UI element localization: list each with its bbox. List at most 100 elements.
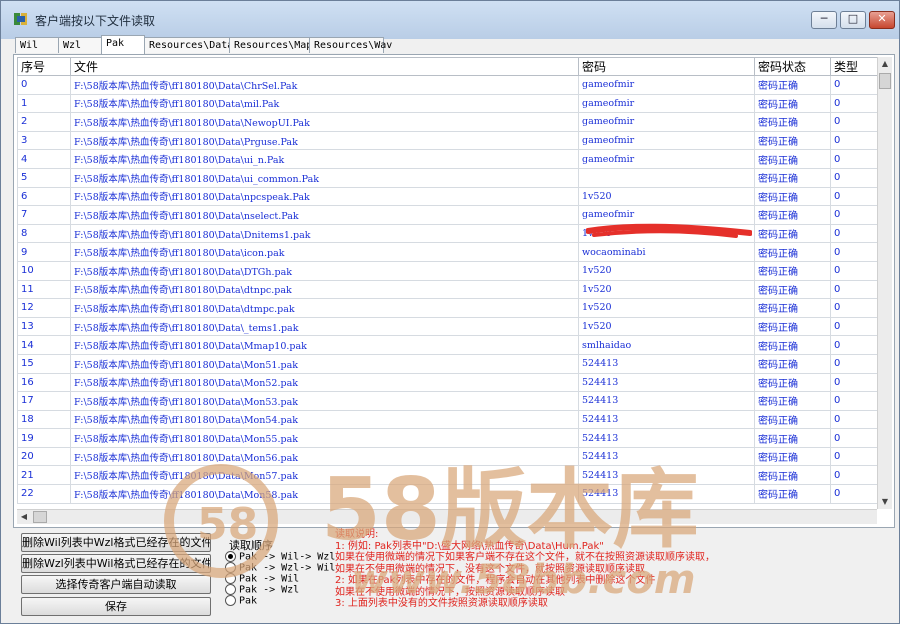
table-row[interactable]: 19 F:\58版本库\热血传奇\ff180180\Data\Mon55.pak 5… — [17, 428, 877, 448]
maximize-button[interactable]: □ — [840, 11, 866, 29]
delete-wzl-dup-button[interactable]: 删除Wzl列表中Wil格式已经存在的文件 — [21, 554, 211, 573]
read-order-option-2[interactable]: Pak -> Wzl-> Wil — [225, 562, 335, 574]
row-password-status: 密码正确 — [754, 260, 831, 281]
row-type: 0 — [830, 335, 877, 355]
read-order-option-5[interactable]: Pak — [225, 595, 257, 607]
title-bar: 客户端按以下文件读取 ─ □ ✕ — [1, 1, 899, 39]
scroll-up-icon[interactable]: ▲ — [878, 57, 892, 71]
row-password-status: 密码正确 — [754, 409, 831, 430]
note-line: 如果在使用微端的情况下如果客户端不存在这个文件，就不在按照资源读取顺序读取， — [335, 552, 715, 563]
row-type: 0 — [830, 75, 877, 95]
file-table[interactable]: 序号 文件 密码 密码状态 类型 0 F:\58版本库\热血传奇\ff180180… — [17, 57, 877, 509]
horizontal-scrollbar[interactable]: ◀ — [17, 509, 877, 524]
row-type: 0 — [830, 93, 877, 114]
close-icon: ✕ — [877, 12, 887, 25]
pak-panel: 序号 文件 密码 密码状态 类型 0 F:\58版本库\热血传奇\ff180180… — [13, 54, 895, 528]
read-order-option-4[interactable]: Pak -> Wzl — [225, 584, 299, 596]
table-row[interactable]: 6 F:\58版本库\热血传奇\ff180180\Data\npcspeak.Pa… — [17, 186, 877, 207]
row-file: F:\58版本库\热血传奇\ff180180\Data\DTGh.pak — [70, 260, 579, 281]
note-line: 1: 例如: Pak列表中"D:\盛大网络\热血传奇\Data\Hum.Pak" — [335, 540, 604, 552]
row-file: F:\58版本库\热血传奇\ff180180\Data\mil.Pak — [70, 93, 579, 114]
row-password: 524413 — [578, 484, 755, 504]
row-password-status: 密码正确 — [754, 335, 831, 355]
row-type: 0 — [830, 223, 877, 244]
tab-resources-map[interactable]: Resources\Map — [229, 37, 312, 53]
read-order-option-3[interactable]: Pak -> Wil — [225, 573, 299, 585]
scroll-down-icon[interactable]: ▼ — [878, 495, 892, 509]
col-password-status[interactable]: 密码状态 — [754, 57, 831, 76]
row-password-status: 密码正确 — [754, 75, 831, 95]
tab-wzl[interactable]: Wzl — [58, 37, 102, 53]
note-line: 3: 上面列表中没有的文件按照资源读取顺序读取 — [335, 598, 548, 609]
row-password: 524413 — [578, 409, 755, 430]
row-file: F:\58版本库\热血传奇\ff180180\Data\Mon54.pak — [70, 409, 579, 430]
tab-pak[interactable]: Pak — [101, 35, 145, 54]
col-password[interactable]: 密码 — [578, 57, 755, 76]
table-row[interactable]: 11 F:\58版本库\热血传奇\ff180180\Data\dtnpc.pak 1… — [17, 279, 877, 300]
row-password: gameofmir — [578, 149, 755, 169]
table-row[interactable]: 3 F:\58版本库\热血传奇\ff180180\Data\Prguse.Pak g… — [17, 130, 877, 151]
table-row[interactable]: 10 F:\58版本库\热血传奇\ff180180\Data\DTGh.pak 1v… — [17, 260, 877, 281]
table-row[interactable]: 16 F:\58版本库\热血传奇\ff180180\Data\Mon52.pak 5… — [17, 372, 877, 393]
minimize-button[interactable]: ─ — [811, 11, 837, 29]
table-row[interactable]: 13 F:\58版本库\热血传奇\ff180180\Data\_tems1.pak… — [17, 316, 877, 337]
row-password-status: 密码正确 — [754, 372, 831, 393]
scroll-thumb[interactable] — [879, 73, 891, 89]
table-row[interactable]: 4 F:\58版本库\热血传奇\ff180180\Data\ui_n.Pak gam… — [17, 149, 877, 169]
row-index: 6 — [17, 186, 71, 207]
row-type: 0 — [830, 186, 877, 207]
hscroll-thumb[interactable] — [33, 511, 47, 523]
table-row[interactable]: 9 F:\58版本库\热血传奇\ff180180\Data\icon.pak woc… — [17, 242, 877, 262]
table-row[interactable]: 21 F:\58版本库\热血传奇\ff180180\Data\Mon57.pak 5… — [17, 465, 877, 486]
vertical-scrollbar[interactable]: ▲ ▼ — [877, 57, 892, 509]
col-type[interactable]: 类型 — [830, 57, 877, 76]
table-row[interactable]: 2 F:\58版本库\热血传奇\ff180180\Data\NewopUI.Pak… — [17, 112, 877, 132]
row-password-status: 密码正确 — [754, 223, 831, 244]
note-line: 如果在不使用微端的情况下，没有这个文件，就按照资源读取顺序读取 — [335, 563, 645, 575]
row-password: gameofmir — [578, 112, 755, 132]
row-file: F:\58版本库\热血传奇\ff180180\Data\Mon53.pak — [70, 391, 579, 411]
row-password: 1v520 — [578, 186, 755, 207]
table-row[interactable]: 12 F:\58版本库\热血传奇\ff180180\Data\dtmpc.pak 1… — [17, 298, 877, 318]
row-type: 0 — [830, 446, 877, 467]
row-file: F:\58版本库\热血传奇\ff180180\Data\NewopUI.Pak — [70, 112, 579, 132]
table-row[interactable]: 14 F:\58版本库\热血传奇\ff180180\Data\Mmap10.pak… — [17, 335, 877, 355]
row-type: 0 — [830, 409, 877, 430]
radio-selected-icon — [225, 551, 236, 562]
row-index: 8 — [17, 223, 71, 244]
row-password-status: 密码正确 — [754, 149, 831, 169]
row-file: F:\58版本库\热血传奇\ff180180\Data\nselect.Pak — [70, 205, 579, 225]
read-order-group: 读取顺序 Pak -> Wil-> Wzl Pak -> Wzl-> Wil P… — [219, 537, 335, 611]
tab-wil[interactable]: Wil — [15, 37, 59, 53]
table-row[interactable]: 0 F:\58版本库\热血传奇\ff180180\Data\ChrSel.Pak g… — [17, 75, 877, 95]
tab-resources-wav[interactable]: Resources\Wav — [309, 37, 392, 53]
row-password: 524413 — [578, 372, 755, 393]
table-row[interactable]: 22 F:\58版本库\热血传奇\ff180180\Data\Mon58.pak 5… — [17, 484, 877, 504]
col-index[interactable]: 序号 — [17, 57, 71, 76]
row-index: 1 — [17, 93, 71, 114]
save-button[interactable]: 保存 — [21, 597, 211, 616]
row-index: 15 — [17, 353, 71, 374]
table-row[interactable]: 20 F:\58版本库\热血传奇\ff180180\Data\Mon56.pak 5… — [17, 446, 877, 467]
row-password: 524413 — [578, 353, 755, 374]
row-type: 0 — [830, 428, 877, 448]
scroll-left-icon[interactable]: ◀ — [17, 510, 31, 524]
table-row[interactable]: 5 F:\58版本库\热血传奇\ff180180\Data\ui_common.P… — [17, 167, 877, 188]
row-password — [578, 167, 755, 188]
row-type: 0 — [830, 205, 877, 225]
radio-icon — [225, 562, 236, 573]
note-line: 读取说明: — [335, 529, 379, 540]
table-row[interactable]: 15 F:\58版本库\热血传奇\ff180180\Data\Mon51.pak 5… — [17, 353, 877, 374]
delete-wil-dup-button[interactable]: 删除Wil列表中Wzl格式已经存在的文件 — [21, 533, 211, 552]
close-button[interactable]: ✕ — [869, 11, 895, 29]
table-row[interactable]: 17 F:\58版本库\热血传奇\ff180180\Data\Mon53.pak 5… — [17, 391, 877, 411]
select-client-button[interactable]: 选择传奇客户端自动读取 — [21, 575, 211, 594]
tab-resources-data[interactable]: Resources\Data — [144, 37, 233, 53]
table-row[interactable]: 18 F:\58版本库\热血传奇\ff180180\Data\Mon54.pak 5… — [17, 409, 877, 430]
row-password-status: 密码正确 — [754, 465, 831, 486]
row-index: 21 — [17, 465, 71, 486]
col-file[interactable]: 文件 — [70, 57, 579, 76]
table-row[interactable]: 1 F:\58版本库\热血传奇\ff180180\Data\mil.Pak game… — [17, 93, 877, 114]
read-order-option-1[interactable]: Pak -> Wil-> Wzl — [225, 551, 335, 563]
maximize-icon: □ — [847, 12, 859, 25]
